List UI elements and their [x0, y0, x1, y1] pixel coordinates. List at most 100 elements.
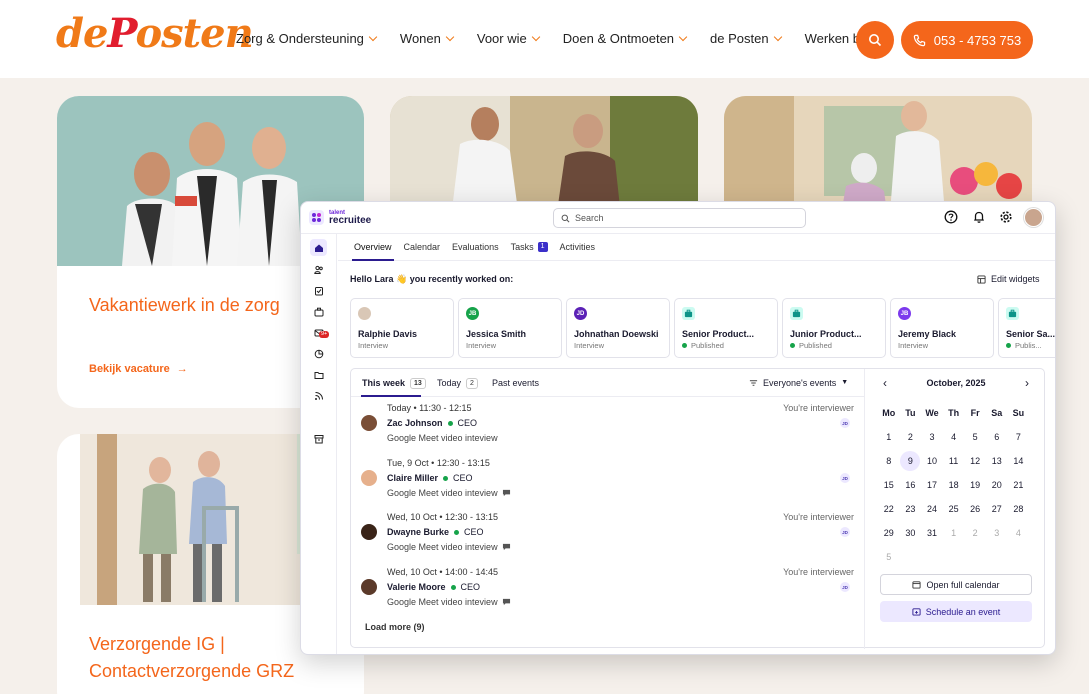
tab-today[interactable]: Today 2 [437, 369, 478, 397]
prev-month-icon[interactable]: ‹ [883, 369, 887, 397]
arrow-right-icon: → [176, 363, 188, 375]
site-logo[interactable]: dePosten [56, 10, 254, 57]
calendar-day[interactable]: 23 [900, 497, 922, 521]
tab-calendar[interactable]: Calendar [398, 234, 447, 260]
calendar-day[interactable]: 24 [921, 497, 943, 521]
phone-button[interactable]: 053 - 4753 753 [901, 21, 1033, 59]
candidate-name[interactable]: Valerie Moore [387, 582, 446, 592]
calendar-day[interactable]: 21 [1008, 473, 1030, 497]
calendar-day[interactable]: 6 [986, 425, 1008, 449]
calendar-day[interactable]: 31 [921, 521, 943, 545]
calendar-day[interactable]: 4 [943, 425, 965, 449]
search-placeholder: Search [575, 213, 604, 223]
calendar-day[interactable]: 18 [943, 473, 965, 497]
calendar-day[interactable]: 28 [1008, 497, 1030, 521]
gear-icon[interactable] [999, 210, 1013, 224]
sidebar-reports[interactable] [310, 345, 327, 362]
calendar-day[interactable]: 2 [900, 425, 922, 449]
nav-item-de-posten[interactable]: de Posten [710, 31, 782, 46]
calendar-day[interactable]: 11 [943, 449, 965, 473]
view-vacancy-link[interactable]: Bekijk vacature → [89, 363, 188, 375]
sidebar-candidates[interactable] [310, 261, 327, 278]
calendar-day[interactable]: 9 [900, 451, 921, 471]
calendar-day[interactable]: 13 [986, 449, 1008, 473]
calendar-day[interactable]: 8 [878, 449, 900, 473]
calendar-day[interactable]: 12 [964, 449, 986, 473]
calendar-day[interactable]: 5 [878, 545, 900, 569]
calendar-day[interactable]: 3 [921, 425, 943, 449]
recent-item-card[interactable]: Senior Product... Published [674, 298, 778, 358]
tab-overview[interactable]: Overview [348, 234, 398, 261]
calendar-day[interactable]: 1 [943, 521, 965, 545]
tab-evaluations[interactable]: Evaluations [446, 234, 505, 260]
recent-item-card[interactable]: Junior Product... Published [782, 298, 886, 358]
calendar-day[interactable]: 20 [986, 473, 1008, 497]
tab-tasks[interactable]: Tasks 1 [505, 234, 554, 260]
calendar-day[interactable]: 29 [878, 521, 900, 545]
calendar-day[interactable]: 5 [964, 425, 986, 449]
nav-item-voor-wie[interactable]: Voor wie [477, 31, 540, 46]
calendar-day[interactable]: 1 [878, 425, 900, 449]
calendar-day[interactable]: 15 [878, 473, 900, 497]
recent-item-card[interactable]: JB Jessica Smith Interview [458, 298, 562, 358]
calendar-day[interactable]: 16 [900, 473, 922, 497]
load-more-button[interactable]: Load more (9) [365, 622, 425, 632]
search-input[interactable]: Search [553, 208, 806, 228]
next-month-icon[interactable]: › [1025, 369, 1029, 397]
calendar-day[interactable]: 14 [1008, 449, 1030, 473]
candidate-name[interactable]: Dwayne Burke [387, 527, 449, 537]
calendar-day[interactable]: 30 [900, 521, 922, 545]
calendar-day[interactable]: 25 [943, 497, 965, 521]
user-avatar[interactable] [1024, 208, 1043, 227]
briefcase-icon [790, 307, 803, 320]
tab-past-events[interactable]: Past events [492, 369, 539, 397]
search-icon [869, 34, 882, 47]
chevron-down-icon [368, 32, 378, 41]
app-topbar: talent recruitee Search [301, 202, 1055, 234]
calendar-day[interactable]: 2 [964, 521, 986, 545]
recent-item-card[interactable]: Senior Sa... Publis... [998, 298, 1055, 358]
calendar-day[interactable]: 19 [964, 473, 986, 497]
candidate-name[interactable]: Claire Miller [387, 473, 438, 483]
help-icon[interactable] [944, 210, 958, 224]
event-meeting: Google Meet video inteview [387, 597, 511, 607]
sidebar-mailbox[interactable]: 9+ [310, 324, 330, 341]
calendar-day[interactable]: 4 [1008, 521, 1030, 545]
open-full-calendar-button[interactable]: Open full calendar [880, 574, 1032, 595]
sidebar-home[interactable] [310, 239, 327, 256]
meeting-type: Google Meet video inteview [387, 597, 498, 607]
recent-item-card[interactable]: Ralphie Davis Interview [350, 298, 454, 358]
chat-icon [502, 543, 510, 551]
event-item[interactable]: Wed, 10 Oct • 14:00 - 14:45 Valerie Moore… [361, 567, 856, 617]
event-item[interactable]: Tue, 9 Oct • 12:30 - 13:15 Claire Miller C… [361, 458, 856, 508]
calendar-day[interactable]: 26 [964, 497, 986, 521]
calendar-day[interactable]: 22 [878, 497, 900, 521]
calendar-day[interactable]: 10 [921, 449, 943, 473]
calendar-day[interactable]: 3 [986, 521, 1008, 545]
events-filter-dropdown[interactable]: Everyone's events ▼ [749, 369, 848, 397]
status-text: Published [799, 341, 832, 350]
bell-icon[interactable] [972, 210, 986, 224]
schedule-event-button[interactable]: Schedule an event [880, 601, 1032, 622]
calendar-day[interactable]: 27 [986, 497, 1008, 521]
sidebar-folders[interactable] [310, 366, 327, 383]
calendar-day[interactable]: 17 [921, 473, 943, 497]
recent-item-card[interactable]: JD Johnathan Doewski Interview [566, 298, 670, 358]
event-item[interactable]: Wed, 10 Oct • 12:30 - 13:15 Dwayne Burke C… [361, 512, 856, 562]
sidebar-jobs[interactable] [310, 303, 327, 320]
edit-widgets-button[interactable]: Edit widgets [977, 274, 1040, 284]
nav-item-zorg[interactable]: Zorg & Ondersteuning [236, 31, 378, 46]
site-search-button[interactable] [856, 21, 894, 59]
sidebar-feed[interactable] [310, 387, 327, 404]
sidebar-tasks[interactable] [310, 282, 327, 299]
event-item[interactable]: Today • 11:30 - 12:15 Zac Johnson CEO Googl… [361, 403, 856, 453]
nav-item-wonen[interactable]: Wonen [400, 31, 455, 46]
sidebar-archive[interactable] [310, 430, 327, 447]
recent-item-card[interactable]: JB Jeremy Black Interview [890, 298, 994, 358]
recruitee-logo[interactable]: talent recruitee [309, 209, 371, 226]
tab-this-week[interactable]: This week 13 [362, 369, 426, 397]
calendar-day[interactable]: 7 [1008, 425, 1030, 449]
candidate-name[interactable]: Zac Johnson [387, 418, 443, 428]
tab-activities[interactable]: Activities [554, 234, 602, 260]
nav-item-doen[interactable]: Doen & Ontmoeten [563, 31, 688, 46]
